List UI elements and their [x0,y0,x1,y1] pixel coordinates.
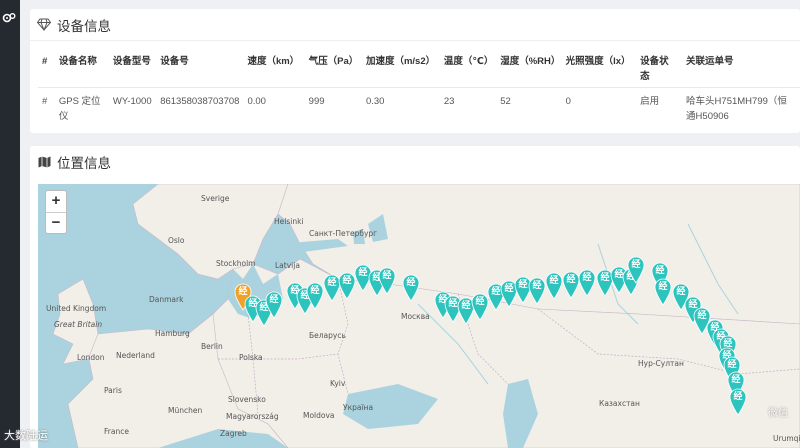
col-acceleration: 加速度（m/s2） [365,56,436,67]
route-marker-label: 经 [549,276,559,286]
map-label-zagreb: Zagreb [220,429,247,438]
map-label-ukraine: Україна [343,403,374,412]
col-waybill: 关联运单号 [686,56,734,67]
col-speed: 速度（km） [247,56,300,67]
route-marker-label: 经 [582,273,592,283]
route-marker-label: 经 [631,260,641,270]
location-panel: 位置信息 Sverige Helsinki Санкт-Петербург Os… [30,146,800,448]
route-marker-label: 经 [658,282,668,292]
route-map[interactable]: Sverige Helsinki Санкт-Петербург Oslo St… [38,184,800,448]
route-marker-label: 经 [269,295,279,305]
cell-illuminance: 0 [565,96,571,107]
map-label-nederland: Nederland [116,351,155,360]
map-label-belarus: Беларусь [309,331,346,340]
route-marker-label: 经 [532,281,542,291]
route-marker-label: 经 [655,266,665,276]
map-label-hamburg: Hamburg [155,329,190,338]
col-device-model: 设备型号 [112,56,151,67]
map-label-france: France [104,427,129,436]
map-label-berlin: Berlin [201,342,223,351]
map-label-kyiv: Kyiv [330,379,346,388]
route-marker-label: 经 [382,271,392,281]
map-label-paris: Paris [104,386,122,395]
cell-pressure: 999 [308,96,325,107]
diamond-icon [37,18,51,32]
map-label-moldova: Moldova [303,411,335,420]
cell-device-number: 861358038703708 [160,96,240,107]
cell-acceleration: 0.30 [365,96,385,107]
route-marker-label: 经 [406,278,416,288]
route-marker-pin[interactable]: 经 [402,274,420,302]
cell-speed: 0.00 [247,96,266,107]
route-marker-pin[interactable]: 经 [528,277,546,305]
col-index: # [42,56,48,67]
route-marker-pin[interactable]: 经 [627,256,645,284]
map-label-slovensko: Slovensko [228,395,266,404]
location-panel-title: 位置信息 [57,156,111,172]
map-label-danmark: Danmark [149,295,184,304]
device-panel-title: 设备信息 [57,18,111,35]
map-label-sverige: Sverige [201,194,230,203]
route-marker-pin[interactable]: 经 [306,282,324,310]
zoom-in-button[interactable]: + [46,191,66,212]
map-label-polska: Polska [239,353,263,362]
map-label-united-kingdom: United Kingdom [46,304,107,313]
col-device-name: 设备名称 [58,56,97,67]
col-temperature: 温度（℃） [443,56,494,67]
col-pressure: 气压（Pa） [308,56,359,67]
map-label-latvija: Latvija [275,261,300,270]
map-label-kazakhstan: Казахстан [599,399,640,408]
col-device-number: 设备号 [160,56,189,67]
device-panel-header: 设备信息 [30,9,800,41]
cell-device-model: WY-1000 [112,96,152,107]
zoom-control: + − [45,190,67,234]
watermark-right: 微信 [768,408,788,419]
table-row: # GPS 定位仪 WY-1000 861358038703708 0.00 9… [38,88,800,128]
route-marker-label: 经 [310,286,320,296]
map-label-london: London [77,353,105,362]
map-label-moscow: Москва [401,312,430,321]
col-device-status: 设备状态 [640,56,669,82]
map-label-oslo: Oslo [168,236,185,245]
route-marker-label: 经 [731,375,741,385]
cell-humidity: 52 [500,96,511,107]
route-marker-pin[interactable]: 经 [729,388,747,416]
table-header-row: # 设备名称 设备型号 设备号 速度（km） 气压（Pa） 加速度（m/s2） … [38,51,800,88]
cell-device-name: GPS 定位仪 [58,96,101,122]
map-label-helsinki: Helsinki [274,217,304,226]
watermark-logo: 大数陆运 [4,429,48,442]
sidebar [0,0,20,448]
gears-icon[interactable] [1,12,17,26]
route-marker-pin[interactable]: 经 [545,272,563,300]
map-label-magyarorszag: Magyarország [226,412,279,421]
cell-index: # [42,96,48,107]
map-label-great-britain: Great Britain [54,320,103,329]
device-info-panel: 设备信息 # 设备名称 设备型号 设备号 速度（km） 气压（Pa） 加速度（m… [30,9,800,133]
route-marker-pin[interactable]: 经 [378,267,396,295]
route-marker-pin[interactable]: 经 [654,278,672,306]
zoom-out-button[interactable]: − [46,212,66,233]
device-table: # 设备名称 设备型号 设备号 速度（km） 气压（Pa） 加速度（m/s2） … [38,51,800,127]
cell-waybill[interactable]: 哈车头H751MH799（恒通H50906 [682,88,800,128]
route-marker-label: 经 [727,360,737,370]
map-icon [37,155,51,169]
cell-device-status: 启用 [640,96,660,107]
map-label-saint-petersburg: Санкт-Петербург [309,229,378,238]
map-label-nur-sultan: Нур-Султан [638,359,684,368]
location-panel-header: 位置信息 [30,146,800,178]
route-marker-pin[interactable]: 经 [265,291,283,319]
map-label-urumqi: Urumqi [773,434,800,443]
cell-temperature: 23 [443,96,455,107]
map-label-stockholm: Stockholm [216,259,256,268]
col-illuminance: 光照强度（lx） [565,56,631,67]
route-marker-pin[interactable]: 经 [578,269,596,297]
col-humidity: 湿度（%RH） [500,56,561,67]
map-label-munchen: München [168,406,203,415]
route-marker-label: 经 [733,392,743,402]
